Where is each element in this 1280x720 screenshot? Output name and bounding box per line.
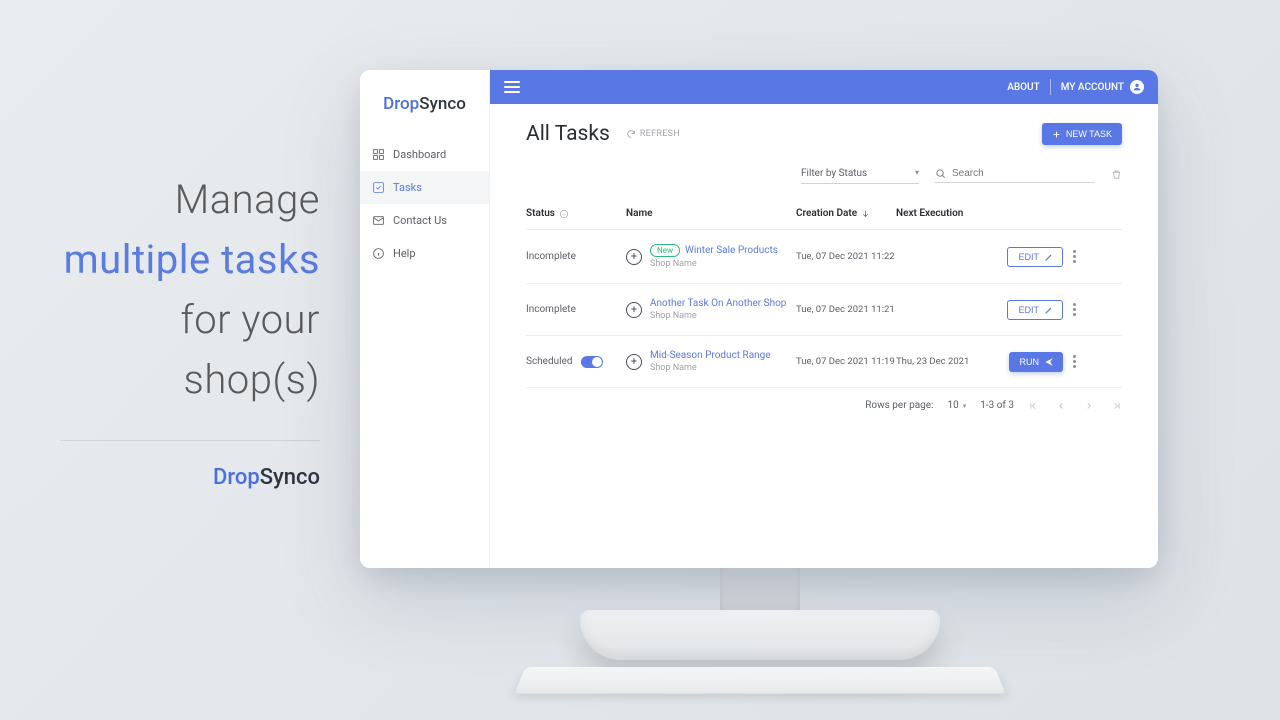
edit-button[interactable]: EDIT xyxy=(1007,247,1063,267)
logo: DropSynco xyxy=(360,70,489,138)
promo-divider xyxy=(60,440,320,441)
edit-button[interactable]: EDIT xyxy=(1007,300,1063,320)
td-status: Incomplete xyxy=(526,304,626,315)
td-status: Scheduled xyxy=(526,356,626,368)
promo-logo: DropSynco xyxy=(60,465,320,490)
new-badge: New xyxy=(650,244,680,257)
search-input[interactable] xyxy=(952,168,1095,179)
arrow-down-icon xyxy=(861,209,870,218)
promo-line-2: multiple tasks xyxy=(60,230,320,290)
search-icon xyxy=(935,168,946,179)
new-task-button[interactable]: NEW TASK xyxy=(1042,123,1122,145)
th-creation[interactable]: Creation Date xyxy=(796,208,896,219)
promo-panel: Manage multiple tasks for your shop(s) D… xyxy=(60,170,320,490)
shop-name: Shop Name xyxy=(650,363,771,373)
sidebar-item-help[interactable]: Help xyxy=(360,237,489,270)
pencil-icon xyxy=(1044,305,1054,315)
send-icon xyxy=(1044,357,1054,367)
th-name[interactable]: Name xyxy=(626,208,796,219)
td-creation: Tue, 07 Dec 2021 11:22 xyxy=(796,251,896,262)
more-icon[interactable] xyxy=(1073,355,1076,368)
table-row: Scheduled+ Mid-Season Product Range Shop N… xyxy=(526,336,1122,388)
add-circle-icon[interactable]: + xyxy=(626,302,642,318)
info-icon xyxy=(372,247,385,260)
mail-icon xyxy=(372,214,385,227)
task-link[interactable]: Another Task On Another Shop xyxy=(650,298,786,309)
sidebar-item-label: Tasks xyxy=(393,181,422,194)
hamburger-icon[interactable] xyxy=(504,81,520,93)
pencil-icon xyxy=(1044,252,1054,262)
sidebar-item-dashboard[interactable]: Dashboard xyxy=(360,138,489,171)
schedule-toggle[interactable] xyxy=(581,356,603,368)
plus-icon xyxy=(1052,130,1061,139)
rows-label: Rows per page: xyxy=(865,400,933,411)
topbar: ABOUT MY ACCOUNT xyxy=(490,70,1158,104)
promo-line-3: for your xyxy=(60,290,320,350)
task-link[interactable]: Mid-Season Product Range xyxy=(650,350,771,361)
trash-icon[interactable] xyxy=(1111,169,1122,180)
run-button[interactable]: RUN xyxy=(1009,352,1064,372)
refresh-button[interactable]: REFRESH xyxy=(626,129,680,139)
filters-row: Filter by Status xyxy=(490,156,1158,198)
td-next-exec: Thu, 23 Dec 2021 xyxy=(896,356,986,367)
monitor-stand-base xyxy=(580,610,940,660)
sidebar-item-tasks[interactable]: Tasks xyxy=(360,171,489,204)
app-window: DropSynco Dashboard Tasks Contact Us Hel… xyxy=(360,70,1158,568)
shop-name: Shop Name xyxy=(650,311,786,321)
pagination: Rows per page: 10 1-3 of 3 xyxy=(490,388,1158,423)
topbar-about[interactable]: ABOUT xyxy=(997,82,1049,93)
table-row: Incomplete+ New Winter Sale Products Shop N… xyxy=(526,230,1122,284)
page-title: All Tasks xyxy=(526,122,610,146)
add-circle-icon[interactable]: + xyxy=(626,354,642,370)
sidebar-item-label: Help xyxy=(393,247,416,260)
tasks-table: Status Name Creation Date Next Execution… xyxy=(490,198,1158,388)
page-range: 1-3 of 3 xyxy=(980,400,1014,411)
td-creation: Tue, 07 Dec 2021 11:19 xyxy=(796,356,896,367)
table-row: Incomplete+ Another Task On Another Shop S… xyxy=(526,284,1122,336)
rows-per-page-select[interactable]: 10 xyxy=(947,400,966,411)
td-actions: RUN xyxy=(986,352,1076,372)
info-icon xyxy=(559,209,569,219)
td-status: Incomplete xyxy=(526,251,626,262)
promo-line-4: shop(s) xyxy=(60,350,320,410)
more-icon[interactable] xyxy=(1073,303,1076,316)
more-icon[interactable] xyxy=(1073,250,1076,263)
last-page-icon[interactable] xyxy=(1112,401,1122,411)
filter-by-status-select[interactable]: Filter by Status xyxy=(801,164,919,184)
promo-line-1: Manage xyxy=(60,170,320,230)
add-circle-icon[interactable]: + xyxy=(626,249,642,265)
new-task-label: NEW TASK xyxy=(1066,129,1112,139)
main-panel: ABOUT MY ACCOUNT All Tasks REFRESH NEW T… xyxy=(490,70,1158,568)
topbar-account-label: MY ACCOUNT xyxy=(1061,82,1124,93)
sidebar-item-contact[interactable]: Contact Us xyxy=(360,204,489,237)
td-name: + Mid-Season Product Range Shop Name xyxy=(626,350,796,373)
td-name: + New Winter Sale Products Shop Name xyxy=(626,244,796,269)
prev-page-icon[interactable] xyxy=(1056,401,1066,411)
sidebar: DropSynco Dashboard Tasks Contact Us Hel… xyxy=(360,70,490,568)
td-actions: EDIT xyxy=(986,247,1076,267)
refresh-icon xyxy=(626,129,636,139)
sidebar-item-label: Contact Us xyxy=(393,214,447,227)
search-box xyxy=(935,165,1095,183)
avatar-icon xyxy=(1130,80,1144,94)
first-page-icon[interactable] xyxy=(1028,401,1038,411)
td-creation: Tue, 07 Dec 2021 11:21 xyxy=(796,304,896,315)
shop-name: Shop Name xyxy=(650,259,778,269)
table-header: Status Name Creation Date Next Execution xyxy=(526,198,1122,230)
topbar-my-account[interactable]: MY ACCOUNT xyxy=(1051,80,1144,94)
sidebar-item-label: Dashboard xyxy=(393,148,446,161)
td-name: + Another Task On Another Shop Shop Name xyxy=(626,298,796,321)
refresh-label: REFRESH xyxy=(640,129,680,139)
page-header: All Tasks REFRESH NEW TASK xyxy=(490,104,1158,156)
checkbox-icon xyxy=(372,181,385,194)
next-page-icon[interactable] xyxy=(1084,401,1094,411)
th-next-exec[interactable]: Next Execution xyxy=(896,208,986,219)
th-status[interactable]: Status xyxy=(526,208,626,219)
td-actions: EDIT xyxy=(986,300,1076,320)
grid-icon xyxy=(372,148,385,161)
keyboard-prop xyxy=(515,667,1005,694)
task-link[interactable]: Winter Sale Products xyxy=(685,245,778,256)
